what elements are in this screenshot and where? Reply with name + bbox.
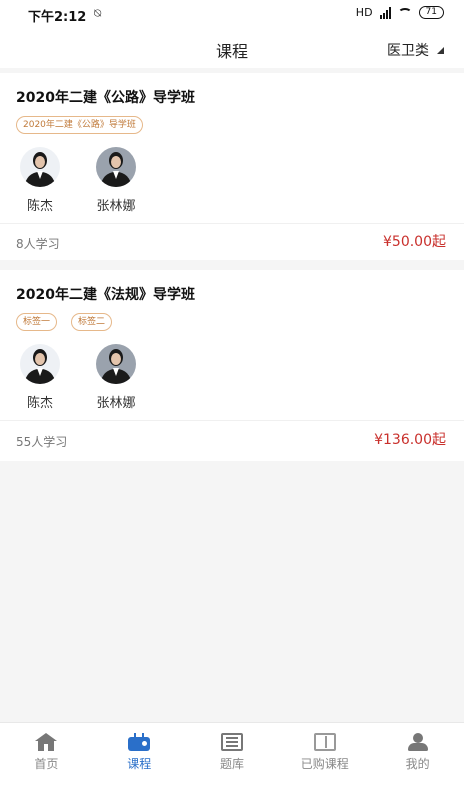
- course-tag: 标签一: [16, 313, 58, 331]
- tab-me[interactable]: 我的: [371, 723, 464, 785]
- book-icon: [313, 733, 336, 751]
- tv-icon: [128, 733, 151, 751]
- teacher-name: 陈杰: [26, 396, 53, 411]
- status-indicators: HD 71: [356, 6, 444, 19]
- home-icon: [35, 733, 58, 751]
- category-label: 医卫类: [387, 43, 429, 59]
- tab-courses[interactable]: 课程: [93, 723, 186, 785]
- course-tags: 标签一 标签二: [16, 313, 113, 331]
- teacher: 陈杰: [14, 147, 66, 214]
- course-tags: 2020年二建《公路》导学班: [16, 116, 143, 134]
- teacher-list: 陈杰 张林娜: [14, 344, 142, 411]
- teacher-avatar: [96, 344, 136, 384]
- tab-label: 课程: [127, 757, 152, 771]
- learner-count: 8人学习: [16, 237, 60, 251]
- teacher-name: 陈杰: [26, 199, 53, 214]
- teacher: 张林娜: [90, 147, 142, 214]
- teacher-avatar: [20, 344, 60, 384]
- course-tag: 标签二: [71, 313, 113, 331]
- teacher-name: 张林娜: [96, 396, 136, 411]
- triangle-dropdown-icon: [437, 46, 444, 54]
- user-icon: [407, 733, 429, 751]
- course-price: ¥136.00起: [374, 432, 446, 448]
- bottom-tab-bar: 首页 课程 题库 已购课程 我的: [0, 722, 464, 785]
- signal-icon: [379, 6, 391, 19]
- tab-label: 题库: [219, 757, 244, 771]
- header: 课程 医卫类: [0, 30, 464, 68]
- category-selector[interactable]: 医卫类: [387, 40, 444, 60]
- tab-label: 首页: [34, 757, 59, 771]
- teacher-name: 张林娜: [96, 199, 136, 214]
- tab-question-bank[interactable]: 题库: [186, 723, 279, 785]
- status-bar: 下午2:12 ⍉ HD 71: [0, 0, 464, 30]
- wifi-icon: [397, 7, 412, 18]
- learner-count: 55人学习: [16, 435, 68, 449]
- battery-icon: 71: [418, 6, 444, 19]
- course-card[interactable]: 2020年二建《公路》导学班 2020年二建《公路》导学班 陈杰 张林娜 8人学…: [0, 73, 464, 260]
- tab-label: 已购课程: [300, 757, 349, 771]
- teacher-avatar: [96, 147, 136, 187]
- course-tag: 2020年二建《公路》导学班: [16, 116, 143, 134]
- network-label: HD: [355, 6, 373, 19]
- teacher: 张林娜: [90, 344, 142, 411]
- tab-home[interactable]: 首页: [0, 723, 93, 785]
- course-card[interactable]: 2020年二建《法规》导学班 标签一 标签二 陈杰 张林娜 55人学习 ¥136…: [0, 270, 464, 461]
- divider: [0, 223, 464, 224]
- course-price: ¥50.00起: [383, 234, 446, 250]
- teacher-avatar: [20, 147, 60, 187]
- teacher: 陈杰: [14, 344, 66, 411]
- list-icon: [220, 733, 243, 751]
- teacher-list: 陈杰 张林娜: [14, 147, 142, 214]
- vibrate-off-icon: ⍉: [94, 6, 102, 20]
- status-time: 下午2:12: [28, 10, 87, 25]
- divider: [0, 420, 464, 421]
- course-title: 2020年二建《法规》导学班: [16, 287, 195, 303]
- course-title: 2020年二建《公路》导学班: [16, 90, 195, 106]
- tab-purchased-courses[interactable]: 已购课程: [278, 723, 371, 785]
- tab-label: 我的: [405, 757, 430, 771]
